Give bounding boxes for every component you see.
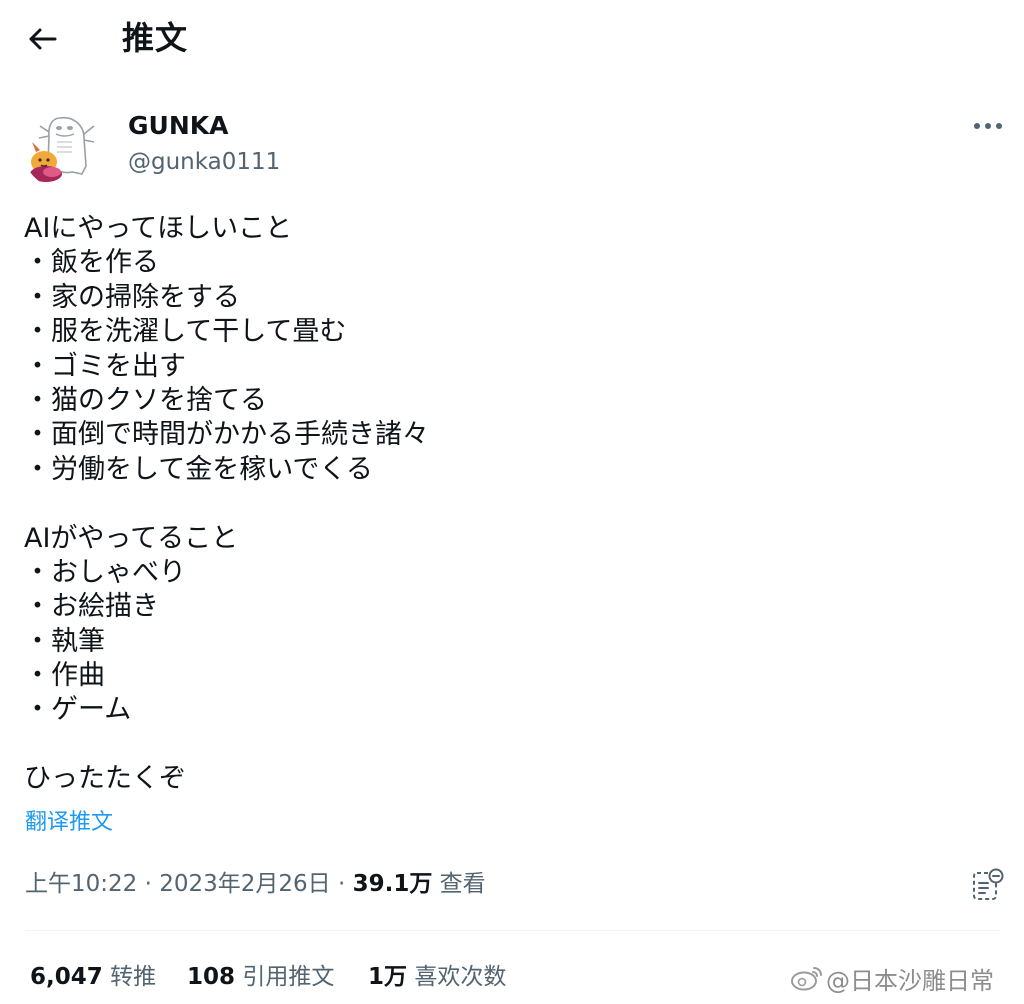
quotes-stat[interactable]: 108 引用推文 (187, 958, 334, 996)
retweets-stat[interactable]: 6,047 转推 (30, 958, 156, 996)
views-count: 39.1万 (352, 871, 433, 897)
author-handle[interactable]: @gunka0111 (128, 145, 280, 179)
retweets-label: 转推 (110, 964, 157, 990)
tweet-line: ・執筆 (24, 625, 105, 657)
meta-separator: · (137, 871, 160, 897)
tweet-line: AIにやってほしいこと (24, 213, 293, 244)
likes-stat[interactable]: 1万 喜欢次数 (368, 958, 506, 996)
tweet-line: ひったたくぞ (24, 763, 186, 795)
tweet-line: ・飯を作る (24, 247, 159, 279)
watermark: @日本沙雕日常 (790, 960, 994, 996)
meta-separator: · (330, 871, 353, 897)
tweet-time[interactable]: 上午10:22 (25, 871, 137, 897)
tweet-line: ・服を洗濯して干して畳む (24, 316, 347, 348)
more-options-button[interactable] (966, 112, 1010, 140)
analytics-button[interactable] (968, 864, 1008, 904)
tweet-line: ・作曲 (24, 660, 105, 692)
analytics-icon (973, 868, 1004, 900)
translate-tweet-link[interactable]: 翻译推文 (25, 806, 113, 840)
tweet-line: AIがやってること (24, 522, 239, 554)
page-title: 推文 (122, 19, 189, 57)
quotes-count: 108 (187, 964, 236, 990)
retweets-count: 6,047 (30, 964, 103, 990)
tweet-line: ・労働をして金を稼いでくる (24, 453, 373, 485)
weibo-icon (791, 967, 822, 991)
views-label: 查看 (439, 871, 486, 897)
likes-count: 1万 (368, 964, 408, 990)
tweet-line: ・ゲーム (24, 694, 132, 726)
tweet-line: ・お絵描き (24, 591, 159, 623)
avatar-illustration (30, 116, 95, 182)
tweet-date[interactable]: 2023年2月26日 (159, 871, 330, 897)
more-horizontal-icon (974, 123, 1002, 129)
tweet-text: AIにやってほしいこと ・飯を作る ・家の掃除をする ・服を洗濯して干して畳む … (24, 212, 984, 797)
top-bar: 推文 (0, 0, 1024, 80)
tweet-line: ・家の掃除をする (24, 281, 240, 313)
likes-label: 喜欢次数 (414, 964, 507, 990)
tweet-meta: 上午10:22 · 2023年2月26日 · 39.1万 查看 (25, 866, 486, 902)
tweet-line: ・面倒で時間がかかる手続き諸々 (24, 419, 429, 451)
tweet-line: ・おしゃべり (24, 556, 186, 588)
avatar[interactable] (22, 104, 108, 190)
arrow-left-icon (29, 28, 57, 50)
tweet-line: ・猫のクソを捨てる (24, 384, 267, 416)
back-button[interactable] (22, 22, 62, 56)
tweet-line: ・ゴミを出す (24, 350, 186, 382)
divider (25, 930, 1000, 931)
quotes-label: 引用推文 (242, 964, 335, 990)
author-display-name[interactable]: GUNKA (128, 108, 228, 144)
watermark-text: @日本沙雕日常 (826, 966, 994, 995)
